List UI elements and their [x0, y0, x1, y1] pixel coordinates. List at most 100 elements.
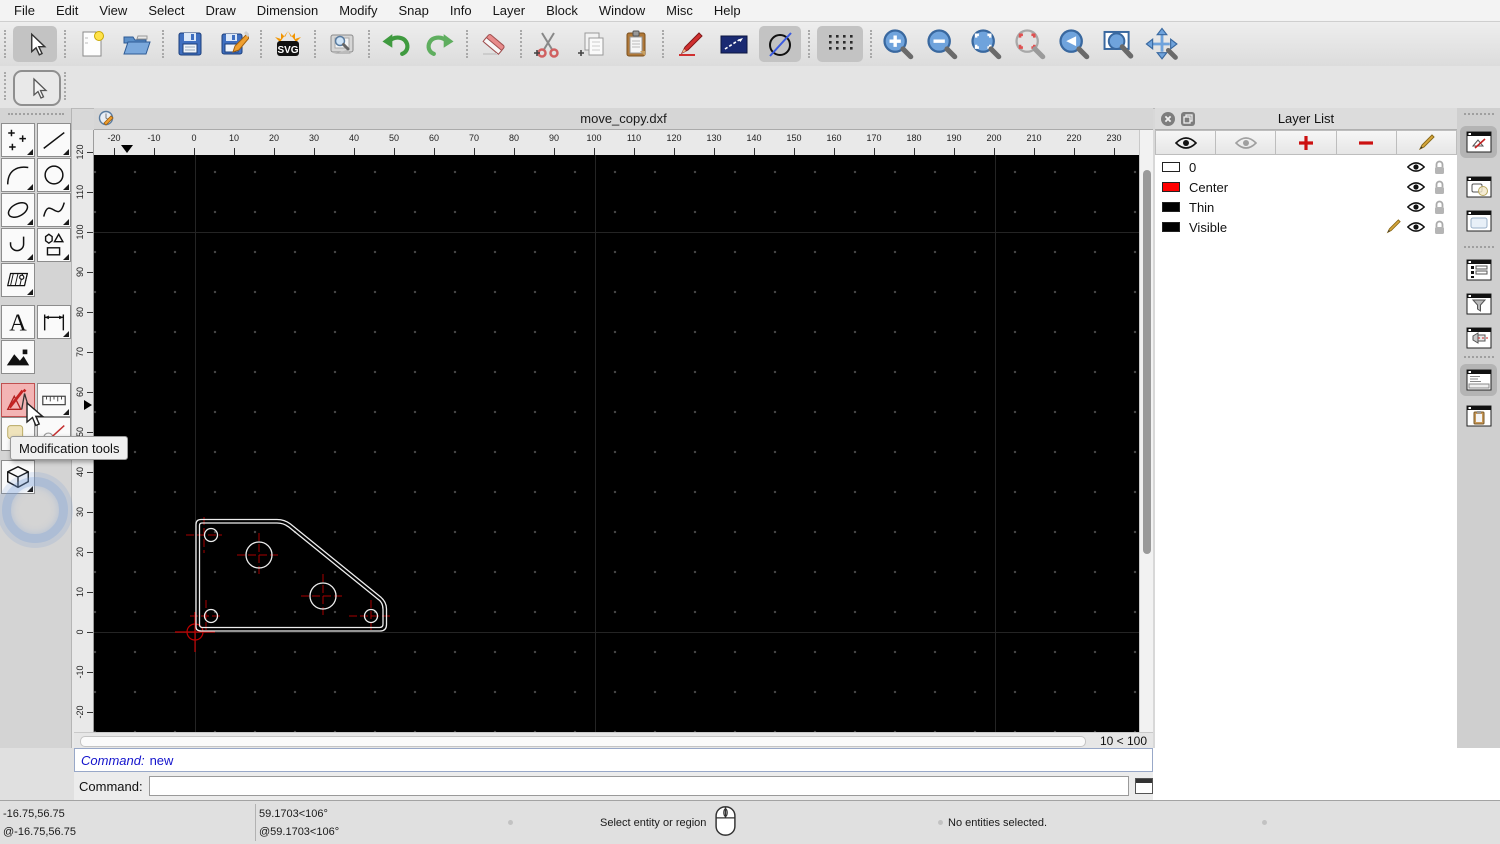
paste-button[interactable] [617, 26, 655, 62]
vertical-scrollbar[interactable] [1139, 130, 1153, 732]
dock-clipboard-button[interactable] [1460, 400, 1497, 432]
ellipse-tools-button[interactable] [1, 193, 35, 227]
menu-misc[interactable]: Misc [666, 3, 693, 18]
menu-window[interactable]: Window [599, 3, 645, 18]
command-input[interactable] [148, 776, 1130, 796]
dock-list-view-button[interactable] [1460, 254, 1497, 286]
zoom-pan-button[interactable] [1143, 26, 1181, 62]
layer-row-visible[interactable]: Visible [1155, 217, 1457, 237]
show-all-layers-button[interactable] [1155, 130, 1217, 155]
menu-select[interactable]: Select [148, 3, 184, 18]
delete-button[interactable] [475, 26, 513, 62]
export-svg-button[interactable]: SVG [269, 26, 307, 62]
open-file-button[interactable] [117, 26, 155, 62]
layer-lock-icon[interactable] [1429, 200, 1449, 215]
menu-modify[interactable]: Modify [339, 3, 377, 18]
dock-selection-filter-button[interactable] [1460, 288, 1497, 320]
cut-button[interactable] [529, 26, 567, 62]
menu-layer[interactable]: Layer [493, 3, 526, 18]
shape-tools-button[interactable] [37, 228, 71, 262]
layer-row-thin[interactable]: Thin [1155, 197, 1457, 217]
layer-lock-icon[interactable] [1429, 180, 1449, 195]
layer-lock-icon[interactable] [1429, 220, 1449, 235]
remove-layer-button[interactable] [1336, 130, 1397, 155]
menu-edit[interactable]: Edit [56, 3, 78, 18]
layer-visibility-eye-icon[interactable] [1406, 181, 1426, 193]
menu-dimension[interactable]: Dimension [257, 3, 318, 18]
menu-view[interactable]: View [99, 3, 127, 18]
spline-tools-button[interactable] [37, 193, 71, 227]
bottom-right-filler [1153, 748, 1500, 800]
zoom-in-button[interactable] [879, 26, 917, 62]
menu-info[interactable]: Info [450, 3, 472, 18]
arc-tools-button[interactable] [1, 158, 35, 192]
toolbar-handle[interactable] [4, 30, 6, 58]
line-tools-button[interactable] [37, 123, 71, 157]
point-tools-button[interactable] [1, 123, 35, 157]
block-tools-button[interactable] [1, 460, 35, 494]
selection-pointer-button[interactable] [13, 26, 57, 62]
zoom-window-button[interactable] [1099, 26, 1137, 62]
new-document-button[interactable] [73, 26, 111, 62]
layer-row-center[interactable]: Center [1155, 177, 1457, 197]
dock-handle[interactable] [1464, 113, 1494, 115]
layer-visibility-eye-icon[interactable] [1406, 201, 1426, 213]
layer-lock-icon[interactable] [1429, 160, 1449, 175]
document-window-titlebar[interactable]: move_copy.dxf [94, 108, 1153, 130]
drawing-canvas[interactable] [94, 155, 1139, 732]
command-dock-button[interactable] [1135, 778, 1153, 794]
vertical-scrollbar-thumb[interactable] [1143, 170, 1151, 554]
hatch-tools-button[interactable] [1, 263, 35, 297]
zoom-selection-button[interactable] [1011, 26, 1049, 62]
mouse-cursor [25, 402, 45, 430]
undo-button[interactable] [377, 26, 415, 62]
menu-help[interactable]: Help [714, 3, 741, 18]
menu-block[interactable]: Block [546, 3, 578, 18]
horizontal-scrollbar-thumb[interactable] [80, 736, 1086, 747]
copy-button[interactable] [573, 26, 611, 62]
save-button[interactable] [171, 26, 209, 62]
save-as-button[interactable] [215, 26, 253, 62]
dock-layer-list-button[interactable] [1460, 126, 1497, 158]
zoom-out-button[interactable] [923, 26, 961, 62]
dock-reference-view-button[interactable] [1460, 322, 1497, 354]
dock-library-browser-button[interactable] [1460, 205, 1497, 237]
h-ruler-tick [834, 148, 835, 155]
polyline-mode-button[interactable] [715, 26, 753, 62]
v-ruler-label: 110 [75, 184, 85, 200]
menu-draw[interactable]: Draw [205, 3, 235, 18]
zoom-previous-button[interactable] [1055, 26, 1093, 62]
menu-file[interactable]: File [14, 3, 35, 18]
toolbar-separator [314, 30, 316, 58]
document-title: move_copy.dxf [580, 111, 667, 126]
circle-tools-button[interactable] [37, 158, 71, 192]
horizontal-scrollbar[interactable]: 10 < 100 [74, 732, 1153, 748]
v-ruler-tick [87, 712, 93, 713]
zoom-auto-icon [969, 27, 1003, 61]
layer-visibility-eye-icon[interactable] [1406, 221, 1426, 233]
edit-layer-button[interactable] [1396, 130, 1458, 155]
dimension-tools-button[interactable] [37, 305, 71, 339]
draft-mode-button[interactable] [759, 26, 801, 62]
grid-toggle-button[interactable] [817, 26, 863, 62]
h-ruler-tick [714, 148, 715, 155]
dock-command-line-button[interactable] [1460, 364, 1497, 396]
selection-tool-button[interactable] [13, 70, 61, 106]
menu-snap[interactable]: Snap [399, 3, 429, 18]
redo-button[interactable] [421, 26, 459, 62]
hide-all-layers-button[interactable] [1216, 130, 1277, 155]
layer-visibility-eye-icon[interactable] [1406, 161, 1426, 173]
print-preview-button[interactable] [323, 26, 361, 62]
layer-row-0[interactable]: 0 [1155, 157, 1457, 177]
zoom-auto-button[interactable] [967, 26, 1005, 62]
text-tools-button[interactable]: A [1, 305, 35, 339]
image-tools-button[interactable] [1, 340, 35, 374]
palette-handle[interactable] [8, 113, 64, 115]
zoom-selection-icon [1013, 27, 1047, 61]
draw-pen-button[interactable] [671, 26, 709, 62]
dock-block-list-button[interactable] [1460, 171, 1497, 203]
toolbar-handle[interactable] [4, 72, 6, 100]
add-layer-button[interactable] [1276, 130, 1337, 155]
polyline-tools-button[interactable] [1, 228, 35, 262]
save-floppy-icon [175, 29, 205, 59]
